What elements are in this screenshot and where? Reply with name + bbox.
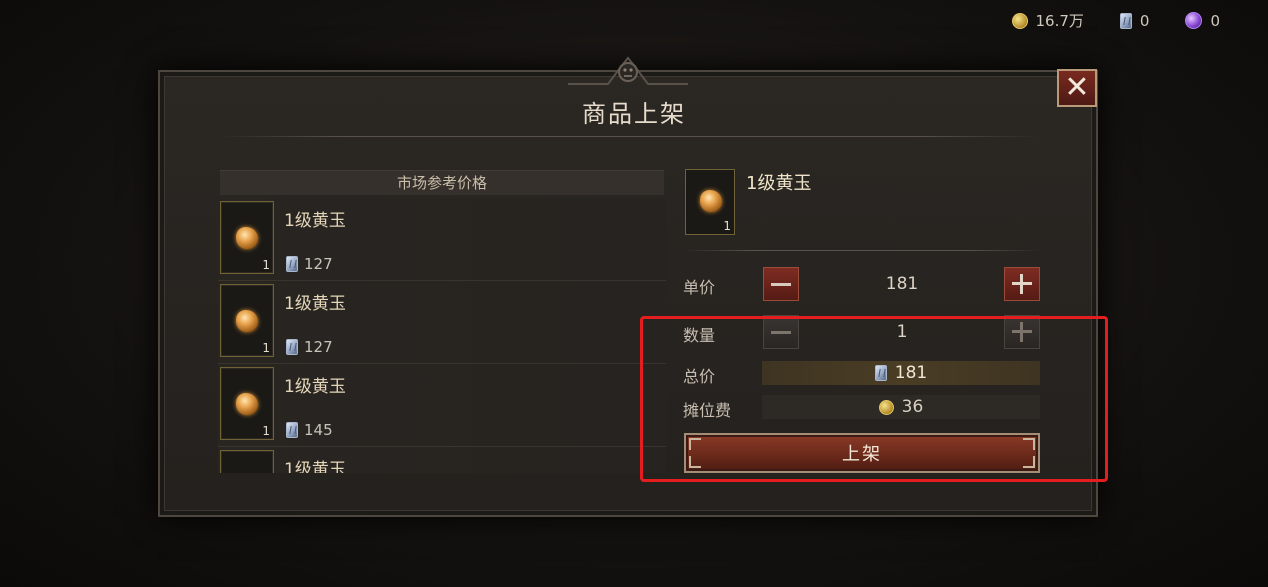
item-price: 127 (286, 255, 333, 273)
platinum-icon (286, 256, 298, 272)
list-item[interactable]: 1 1级黄玉 145 (218, 364, 666, 447)
selected-item-count: 1 (723, 219, 731, 233)
market-price-list[interactable]: 1 1级黄玉 127 1 1级黄玉 127 1 1级黄玉 145 1级黄玉 (218, 198, 666, 473)
crest-ornament-icon (568, 56, 688, 85)
item-price: 145 (286, 421, 333, 439)
topaz-gem-icon (236, 227, 258, 249)
platinum-icon (286, 339, 298, 355)
selected-item-name: 1级黄玉 (746, 173, 812, 194)
item-slot (220, 450, 274, 473)
item-name: 1级黄玉 (284, 294, 346, 314)
item-slot: 1 (220, 284, 274, 357)
list-item[interactable]: 1 1级黄玉 127 (218, 198, 666, 281)
platinum-currency: 0 (1119, 11, 1150, 30)
unit-price-label: 单价 (683, 278, 716, 297)
price-value: 127 (304, 255, 333, 273)
item-name: 1级黄玉 (284, 377, 346, 397)
gold-coin-icon (1011, 12, 1028, 29)
minus-icon (771, 282, 791, 286)
gold-amount: 16.7万 (1035, 12, 1084, 30)
market-reference-header: 市场参考价格 (220, 170, 664, 195)
orb-amount: 0 (1210, 11, 1220, 30)
unit-price-value[interactable]: 181 (800, 274, 1004, 294)
topaz-gem-icon (236, 310, 258, 332)
item-count: 1 (262, 341, 270, 355)
item-name: 1级黄玉 (284, 460, 346, 473)
list-item[interactable]: 1 1级黄玉 127 (218, 281, 666, 364)
unit-price-increase-button[interactable] (1004, 267, 1040, 301)
gold-currency: 16.7万 (1011, 10, 1084, 31)
topaz-gem-icon (236, 393, 258, 415)
item-divider (682, 250, 1042, 251)
unit-price-decrease-button[interactable] (763, 267, 799, 301)
item-count: 1 (262, 258, 270, 272)
platinum-icon (286, 422, 298, 438)
item-slot: 1 (220, 201, 274, 274)
price-value: 145 (304, 421, 333, 439)
item-slot: 1 (220, 367, 274, 440)
topaz-gem-icon (700, 190, 722, 212)
price-value: 127 (304, 338, 333, 356)
plus-icon (1012, 274, 1032, 294)
list-item[interactable]: 1级黄玉 (218, 447, 666, 473)
item-count: 1 (262, 424, 270, 438)
selected-item-slot: 1 (685, 169, 735, 235)
orb-icon (1185, 12, 1203, 29)
highlight-box (640, 316, 1108, 482)
title-divider (220, 136, 1040, 137)
orb-currency: 0 (1185, 12, 1220, 30)
platinum-icon (1119, 12, 1132, 29)
platinum-amount: 0 (1139, 11, 1150, 30)
item-name: 1级黄玉 (284, 211, 346, 231)
item-price: 127 (286, 338, 333, 356)
currency-bar: 16.7万 0 0 (1011, 10, 1220, 31)
dialog-title: 商品上架 (582, 100, 686, 128)
